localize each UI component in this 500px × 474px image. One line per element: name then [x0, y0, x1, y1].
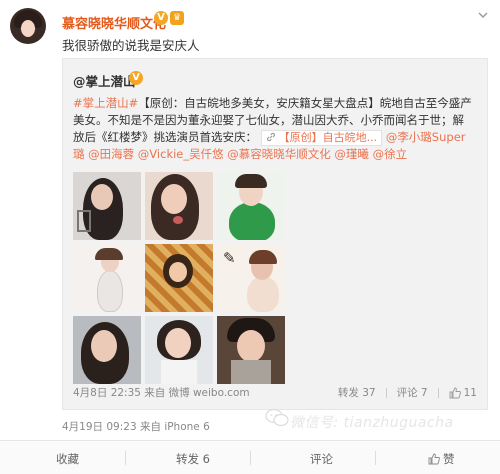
reposted-weibo[interactable]: @掌上潜山 V #掌上潜山#【原创：自古皖地多美女，安庆籍女星大盘点】皖地自古至…	[62, 58, 488, 410]
photo-thumbnail[interactable]	[217, 316, 285, 384]
divider	[437, 387, 439, 398]
repost-like-button[interactable]: 11	[449, 387, 477, 399]
post-timestamp[interactable]: 4月19日 09:23 来自 iPhone 6	[62, 419, 210, 434]
verified-badge: V ♛	[154, 11, 184, 27]
link-icon	[266, 132, 275, 142]
watermark: 微信号: tianzhuguacha	[290, 415, 454, 431]
favorite-button[interactable]: 收藏	[56, 451, 79, 467]
article-link[interactable]: 【原创】自古皖地...	[260, 130, 383, 146]
author-name[interactable]: 慕容晓晓华顺文化	[62, 13, 166, 32]
repost-actions: 转发 37 评论 7 11	[338, 385, 477, 400]
divider	[375, 451, 376, 465]
repost-author-name[interactable]: @掌上潜山	[73, 71, 136, 90]
verified-v-icon: V	[129, 71, 143, 85]
post-text: 我很骄傲的说我是安庆人	[62, 38, 200, 53]
crown-icon: ♛	[170, 11, 184, 25]
photo-thumbnail[interactable]	[73, 316, 141, 384]
like-label: 赞	[443, 452, 455, 466]
photo-thumbnail[interactable]	[145, 172, 213, 240]
repost-timestamp[interactable]: 4月8日 22:35 来自 微博 weibo.com	[73, 385, 250, 400]
repost-like-count: 11	[463, 386, 477, 399]
wechat-icon	[265, 408, 289, 427]
photo-thumbnail[interactable]	[73, 172, 141, 240]
post-action-bar: 收藏 转发 6 评论 赞	[0, 440, 500, 474]
article-link-label: 【原创】自古皖地...	[278, 131, 378, 144]
photo-thumbnail[interactable]	[73, 244, 141, 312]
photo-thumbnail[interactable]	[145, 244, 213, 312]
thumb-up-icon	[449, 387, 461, 398]
divider	[125, 451, 126, 465]
like-button[interactable]: 赞	[428, 451, 455, 467]
repost-repost-button[interactable]: 转发 37	[338, 385, 376, 400]
photo-thumbnail[interactable]	[217, 172, 285, 240]
repost-button[interactable]: 转发 6	[176, 451, 210, 467]
comment-button[interactable]: 评论	[310, 451, 333, 467]
verified-v-icon: V	[154, 11, 168, 25]
avatar[interactable]	[10, 8, 46, 44]
photo-thumbnail[interactable]	[145, 316, 213, 384]
divider	[385, 387, 387, 398]
hashtag-link[interactable]: #掌上潜山#	[73, 96, 138, 110]
repost-text: #掌上潜山#【原创：自古皖地多美女，安庆籍女星大盘点】皖地自古至今盛产美女。不知…	[73, 95, 473, 163]
repost-comment-button[interactable]: 评论 7	[397, 385, 428, 400]
photo-thumbnail[interactable]: ✎	[217, 244, 285, 312]
weibo-post: 慕容晓晓华顺文化 V ♛ 我很骄傲的说我是安庆人 @掌上潜山 V #掌上潜山#【原…	[0, 0, 500, 474]
thumb-up-icon	[428, 453, 440, 465]
chevron-down-icon[interactable]	[478, 10, 488, 20]
divider	[250, 451, 251, 465]
